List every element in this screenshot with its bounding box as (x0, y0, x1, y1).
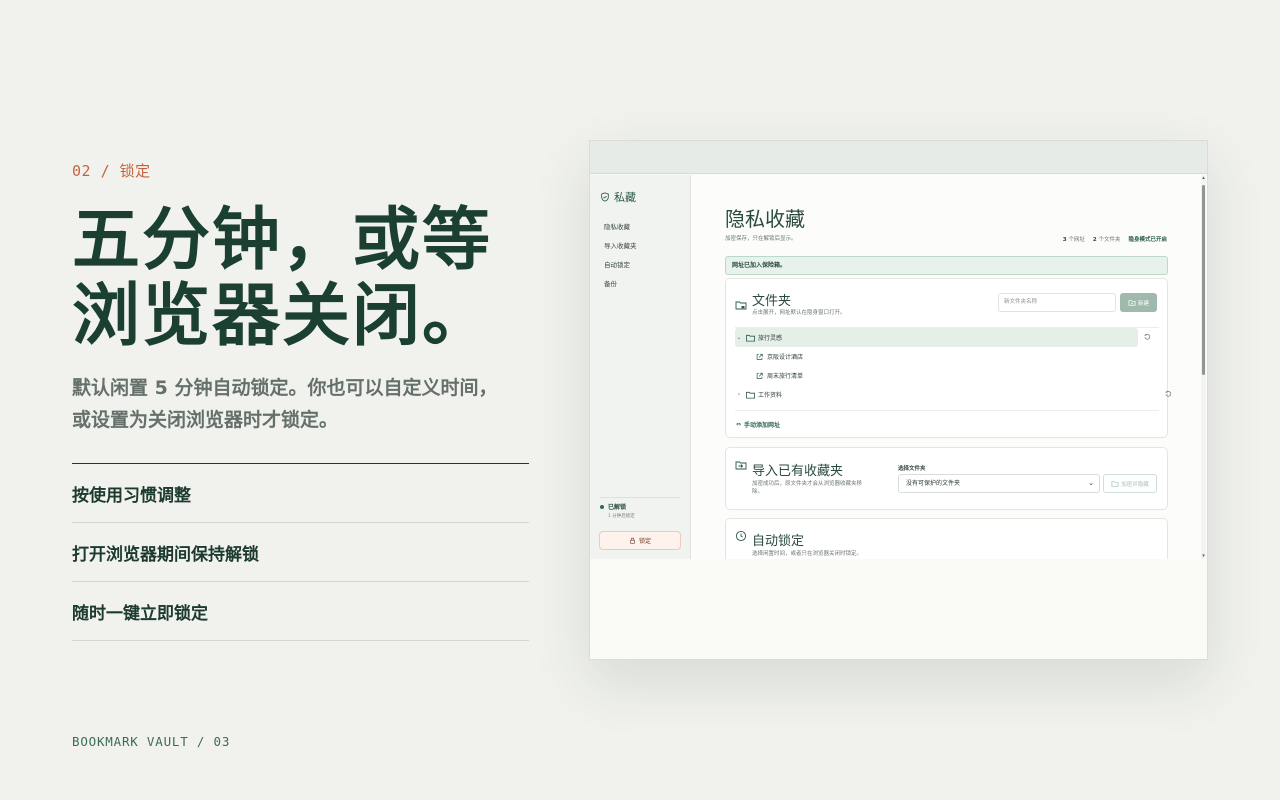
status-subtext: 1 分钟后锁定 (608, 514, 635, 519)
app-window-mockup: 私藏 隐私收藏 导入收藏夹 自动锁定 备份 已解锁 1 分钟后锁定 锁定 隐私收… (589, 140, 1208, 660)
eyebrow: 02 / 锁定 (72, 162, 151, 180)
folder-icon (746, 391, 755, 399)
sidebar-item-backup[interactable]: 备份 (604, 275, 637, 294)
stats-bar: 3 个网址 2 个文件夹 隐身模式已开启 (1062, 237, 1167, 243)
sidebar-item-import[interactable]: 导入收藏夹 (604, 237, 637, 256)
folder-label: 旅行灵感 (758, 335, 783, 342)
scrollbar[interactable]: ▴ ▾ (1201, 175, 1206, 559)
incognito-status: 隐身模式已开启 (1128, 237, 1167, 243)
chevron-down-icon: ⌄ (736, 334, 742, 341)
folder-tree: ⌄ 旅行灵感 京阪设计酒店 周末旅行清单 › 工作资料 (735, 327, 1172, 411)
lock-button[interactable]: 锁定 (599, 531, 681, 550)
scrollbar-thumb[interactable] (1202, 185, 1205, 375)
bookmark-row[interactable]: 周末旅行清单 (735, 366, 1159, 385)
feature-item: 按使用习惯调整 (72, 464, 529, 523)
folders-title: 文件夹 (752, 294, 792, 309)
autolock-card: 自动锁定 选择闲置时间，或者只在浏览器关闭时锁定。 (725, 518, 1168, 559)
sidebar-nav: 隐私收藏 导入收藏夹 自动锁定 备份 (604, 218, 637, 294)
feature-item: 随时一键立即锁定 (72, 582, 529, 641)
folder-row[interactable]: › 工作资料 (735, 385, 1172, 404)
brand: 私藏 (600, 189, 636, 205)
add-url-link[interactable]: ⇔ 手动添加网址 (736, 420, 780, 429)
feature-item: 打开浏览器期间保持解锁 (72, 523, 529, 582)
folder-lock-icon (735, 301, 747, 310)
headline: 五分钟，或等 浏览器关闭。 (72, 203, 542, 355)
shield-check-icon (601, 192, 609, 202)
folders-card: 文件夹 点击展开，网址默认在隐身窗口打开。 新文件夹名称 新建 ⌄ 旅行灵感 京… (725, 278, 1172, 438)
folders-desc: 点击展开，网址默认在隐身窗口打开。 (752, 310, 846, 316)
scroll-down-icon[interactable]: ▾ (1201, 553, 1206, 559)
folder-icon (746, 334, 755, 342)
notice-banner: 网址已加入保险箱。 (725, 256, 1168, 275)
autolock-desc: 选择闲置时间，或者只在浏览器关闭时锁定。 (752, 551, 863, 557)
app-view: 私藏 隐私收藏 导入收藏夹 自动锁定 备份 已解锁 1 分钟后锁定 锁定 隐私收… (590, 175, 1207, 559)
bookmark-label: 京阪设计酒店 (767, 354, 804, 361)
url-count: 3 (1062, 237, 1067, 243)
sidebar-item-autolock[interactable]: 自动锁定 (604, 256, 637, 275)
scroll-up-icon[interactable]: ▴ (1201, 175, 1206, 181)
brand-name: 私藏 (614, 191, 636, 204)
restore-icon[interactable] (1164, 390, 1172, 398)
bookmark-label: 周末旅行清单 (767, 373, 804, 380)
link-icon: ⇔ (736, 421, 742, 428)
select-folder-label: 选择文件夹 (898, 466, 926, 472)
headline-line-2: 浏览器关闭。 (72, 277, 493, 356)
folder-row[interactable]: ⌄ 旅行灵感 (735, 328, 1151, 347)
autolock-title: 自动锁定 (752, 534, 805, 549)
subtitle-line-1: 默认闲置 5 分钟自动锁定。你也可以自定义时间， (72, 377, 498, 399)
lock-status: 已解锁 1 分钟后锁定 (600, 497, 680, 519)
status-text: 已解锁 (608, 504, 627, 511)
new-folder-input[interactable]: 新文件夹名称 (998, 293, 1116, 312)
page-title: 隐私收藏 (725, 207, 805, 231)
bookmark-row[interactable]: 京阪设计酒店 (735, 347, 1159, 366)
folder-plus-icon (1128, 300, 1136, 306)
new-folder-button[interactable]: 新建 (1120, 293, 1157, 312)
folder-count: 2 (1092, 237, 1097, 243)
page-subtitle: 加密保存，只在解锁后显示。 (725, 236, 797, 242)
sidebar-item-private-bookmarks[interactable]: 隐私收藏 (604, 218, 637, 237)
folder-select[interactable]: 没有可保护的文件夹 ⌄ (898, 474, 1100, 493)
window-titlebar (590, 141, 1207, 174)
import-desc: 加密成功后，原文件夹才会从浏览器收藏夹移 除。 (752, 481, 863, 495)
feature-list: 按使用习惯调整 打开浏览器期间保持解锁 随时一键立即锁定 (72, 463, 529, 641)
folder-label: 工作资料 (758, 392, 783, 399)
chevron-down-icon: ⌄ (1088, 479, 1094, 487)
encrypt-hide-button[interactable]: 加密并隐藏 (1103, 474, 1157, 493)
folder-import-icon (735, 461, 747, 470)
external-link-icon (756, 353, 763, 360)
chevron-right-icon: › (737, 391, 741, 398)
footer-label: BOOKMARK VAULT / 03 (72, 734, 231, 749)
status-dot-icon (600, 504, 604, 509)
clock-icon (735, 530, 747, 542)
lock-icon (630, 537, 635, 544)
main-content: 隐私收藏 加密保存，只在解锁后显示。 3 个网址 2 个文件夹 隐身模式已开启 … (691, 175, 1207, 559)
import-card: 导入已有收藏夹 加密成功后，原文件夹才会从浏览器收藏夹移 除。 选择文件夹 没有… (725, 447, 1168, 510)
slide-text-panel: 02 / 锁定 五分钟，或等 浏览器关闭。 默认闲置 5 分钟自动锁定。你也可以… (72, 0, 532, 800)
sidebar: 私藏 隐私收藏 导入收藏夹 自动锁定 备份 已解锁 1 分钟后锁定 锁定 (590, 175, 691, 559)
restore-icon[interactable] (1143, 333, 1151, 341)
external-link-icon (756, 372, 763, 379)
headline-line-1: 五分钟，或等 (72, 201, 493, 280)
subtitle: 默认闲置 5 分钟自动锁定。你也可以自定义时间， 或设置为关闭浏览器时才锁定。 (72, 372, 532, 436)
subtitle-line-2: 或设置为关闭浏览器时才锁定。 (72, 409, 339, 431)
folder-lock-icon (1111, 481, 1119, 487)
import-title: 导入已有收藏夹 (752, 464, 844, 479)
